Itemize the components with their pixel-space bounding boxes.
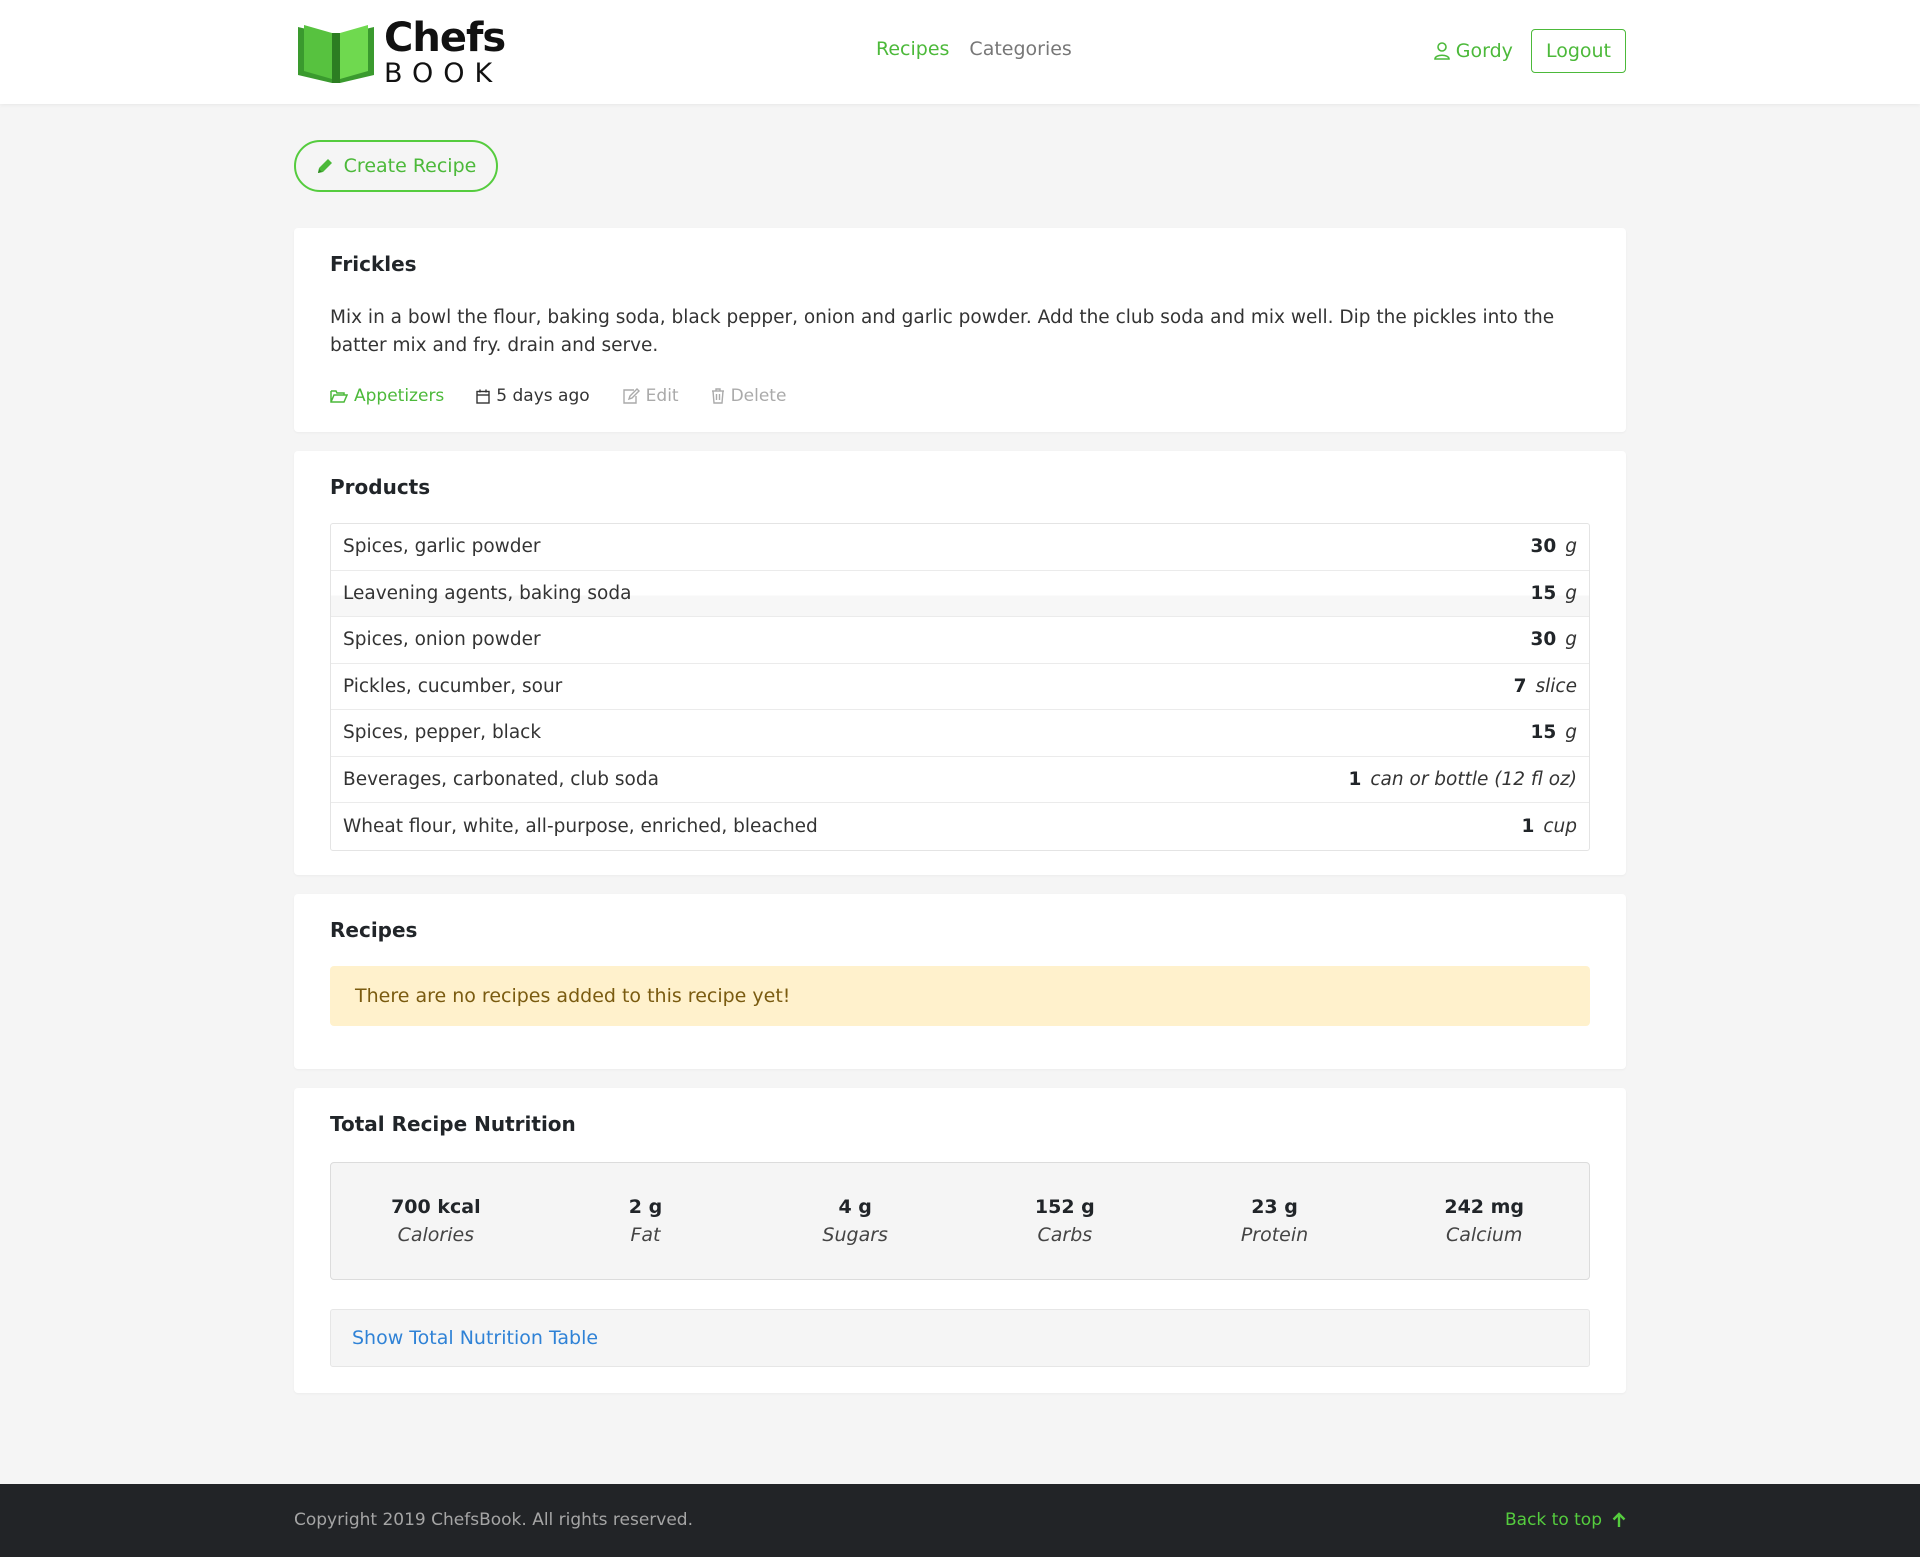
product-name: Spices, onion powder bbox=[343, 629, 541, 651]
product-row: Spices, pepper, black 15 g bbox=[331, 710, 1589, 757]
product-row: Pickles, cucumber, sour 7 slice bbox=[331, 664, 1589, 710]
brand-name-bottom: BOOK bbox=[384, 57, 503, 89]
nutrition-value: 2 g bbox=[628, 1196, 663, 1218]
trash-icon bbox=[711, 388, 724, 404]
recipe-title: Frickles bbox=[330, 252, 417, 276]
product-qty: 30 bbox=[1530, 536, 1557, 558]
back-to-top-label: Back to top bbox=[1504, 1510, 1602, 1530]
product-name: Pickles, cucumber, sour bbox=[343, 675, 563, 697]
nutrition-item-sugars: 4 g Sugars bbox=[750, 1196, 960, 1246]
recipe-card: Frickles Mix in a bowl the flour, baking… bbox=[294, 228, 1626, 432]
product-qty: 30 bbox=[1530, 629, 1557, 651]
navbar: Chefs BOOK Recipes Categories Gordy Logo… bbox=[0, 0, 1920, 104]
folder-open-icon bbox=[330, 390, 348, 403]
product-unit: cup bbox=[1543, 815, 1577, 837]
product-row: Leavening agents, baking soda 15 g bbox=[331, 570, 1589, 617]
product-unit: g bbox=[1565, 536, 1577, 558]
nutrition-value: 4 g bbox=[838, 1196, 872, 1218]
product-name: Beverages, carbonated, club soda bbox=[343, 768, 659, 790]
edit-icon bbox=[622, 388, 640, 404]
user-name: Gordy bbox=[1455, 40, 1513, 62]
product-name: Spices, garlic powder bbox=[343, 536, 541, 558]
brand-name-top: Chefs bbox=[384, 14, 506, 61]
sub-recipes-card: Recipes There are no recipes added to th… bbox=[294, 894, 1626, 1069]
logout-button[interactable]: Logout bbox=[1530, 29, 1626, 73]
product-row: Wheat flour, white, all-purpose, enriche… bbox=[331, 803, 1589, 850]
nutrition-item-fat: 2 g Fat bbox=[541, 1196, 751, 1246]
open-book-icon bbox=[298, 25, 374, 83]
empty-recipes-alert: There are no recipes added to this recip… bbox=[330, 966, 1590, 1026]
product-unit: g bbox=[1565, 629, 1577, 651]
recipe-category-link[interactable]: Appetizers bbox=[330, 386, 444, 406]
product-qty: 1 bbox=[1521, 815, 1535, 837]
pencil-icon bbox=[317, 159, 332, 173]
recipe-description: Mix in a bowl the flour, baking soda, bl… bbox=[330, 307, 1555, 356]
nutrition-label: Calcium bbox=[1445, 1224, 1523, 1246]
calendar-icon bbox=[476, 389, 490, 404]
product-unit: g bbox=[1565, 582, 1577, 604]
nutrition-label: Calories bbox=[397, 1224, 475, 1246]
delete-recipe-link[interactable]: Delete bbox=[711, 386, 787, 406]
recipe-date: 5 days ago bbox=[476, 386, 590, 406]
nutrition-value: 23 g bbox=[1251, 1196, 1298, 1218]
user-icon bbox=[1433, 42, 1450, 60]
products-card: Products Spices, garlic powder 30 g Leave… bbox=[294, 451, 1626, 875]
recipe-created: 5 days ago bbox=[496, 386, 590, 406]
product-row: Beverages, carbonated, club soda 1 can or… bbox=[331, 757, 1589, 803]
nav-categories[interactable]: Categories bbox=[969, 38, 1071, 60]
arrow-up-icon bbox=[1612, 1512, 1626, 1527]
main-nav: Recipes Categories bbox=[876, 38, 1072, 60]
nutrition-item-calories: 700 kcal Calories bbox=[331, 1196, 541, 1246]
nutrition-value: 152 g bbox=[1034, 1196, 1095, 1218]
product-name: Wheat flour, white, all-purpose, enriche… bbox=[343, 815, 818, 837]
delete-label: Delete bbox=[730, 386, 787, 406]
nutrition-item-carbs: 152 g Carbs bbox=[960, 1196, 1170, 1246]
product-name: Leavening agents, baking soda bbox=[343, 582, 632, 604]
product-qty: 7 bbox=[1513, 675, 1527, 697]
product-qty: 1 bbox=[1348, 768, 1362, 790]
nav-recipes[interactable]: Recipes bbox=[876, 38, 949, 60]
nutrition-label: Protein bbox=[1240, 1224, 1309, 1246]
create-recipe-button[interactable]: Create Recipe bbox=[294, 140, 498, 192]
nutrition-item-calcium: 242 mg Calcium bbox=[1379, 1196, 1589, 1246]
recipe-meta: Appetizers 5 days ago Edit Delete bbox=[330, 386, 818, 406]
recipe-category: Appetizers bbox=[354, 386, 445, 406]
create-recipe-label: Create Recipe bbox=[343, 155, 477, 177]
products-table: Spices, garlic powder 30 g Leavening agen… bbox=[330, 523, 1590, 851]
nutrition-label: Sugars bbox=[822, 1224, 888, 1246]
products-title: Products bbox=[330, 475, 431, 499]
nutrition-value: 242 mg bbox=[1444, 1196, 1525, 1218]
nutrition-title: Total Recipe Nutrition bbox=[330, 1112, 576, 1136]
nutrition-label: Fat bbox=[630, 1224, 661, 1246]
edit-label: Edit bbox=[645, 386, 679, 406]
product-row: Spices, onion powder 30 g bbox=[331, 617, 1589, 664]
brand-logo[interactable]: Chefs BOOK bbox=[296, 14, 506, 89]
footer: Copyright 2019 ChefsBook. All rights res… bbox=[0, 1484, 1920, 1557]
product-row: Spices, garlic powder 30 g bbox=[331, 524, 1589, 571]
user-profile-link[interactable]: Gordy bbox=[1433, 40, 1513, 62]
nutrition-summary: 700 kcal Calories 2 g Fat 4 g Sugars 152… bbox=[330, 1162, 1590, 1280]
product-qty: 15 bbox=[1530, 582, 1557, 604]
copyright-text: Copyright 2019 ChefsBook. All rights res… bbox=[294, 1510, 693, 1530]
user-area: Gordy Logout bbox=[1433, 29, 1626, 73]
sub-recipes-title: Recipes bbox=[330, 918, 418, 942]
nutrition-card: Total Recipe Nutrition 700 kcal Calories… bbox=[294, 1088, 1626, 1393]
product-qty: 15 bbox=[1530, 722, 1557, 744]
product-name: Spices, pepper, black bbox=[343, 722, 542, 744]
back-to-top-link[interactable]: Back to top bbox=[1505, 1510, 1626, 1530]
product-unit: g bbox=[1565, 722, 1577, 744]
nutrition-value: 700 kcal bbox=[391, 1196, 481, 1218]
edit-recipe-link[interactable]: Edit bbox=[622, 386, 679, 406]
nutrition-label: Carbs bbox=[1037, 1224, 1093, 1246]
product-unit: slice bbox=[1535, 675, 1577, 697]
nutrition-item-protein: 23 g Protein bbox=[1170, 1196, 1380, 1246]
show-nutrition-table-link[interactable]: Show Total Nutrition Table bbox=[330, 1309, 1590, 1367]
product-unit: can or bottle (12 fl oz) bbox=[1370, 768, 1577, 790]
